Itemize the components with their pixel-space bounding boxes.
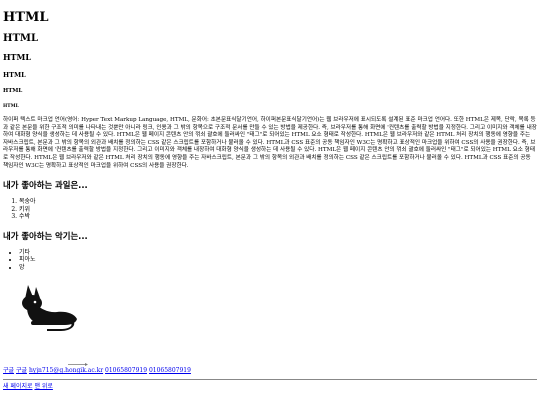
heading-h3: HTML <box>3 52 31 62</box>
instruments-list: 기타 피아노 앙 <box>3 249 537 272</box>
top-link[interactable]: 맨 위로 <box>34 383 52 390</box>
new-page-link[interactable]: 새 페이지로 <box>3 383 33 390</box>
phone-link-1[interactable]: 01065807919 <box>105 367 147 374</box>
heading-h1: HTML <box>3 10 49 25</box>
decorative-arrow <box>68 363 88 366</box>
instrument-item: 앙 <box>19 264 537 272</box>
contact-link-1[interactable]: 구글 <box>3 367 14 374</box>
heading-h5: HTML <box>3 88 23 94</box>
fruit-item: 수박 <box>19 213 537 221</box>
instrument-item: 기타 <box>19 249 537 257</box>
instrument-item: 피아노 <box>19 256 537 264</box>
fruits-title: 내가 좋아하는 과일은... <box>3 180 88 191</box>
instruments-title: 내가 좋아하는 악기는... <box>3 230 88 241</box>
phone-link-2[interactable]: 01065807919 <box>149 367 191 374</box>
cat-image <box>21 285 79 333</box>
cat-silhouette-icon <box>22 285 77 332</box>
footer-links: 새 페이지로 맨 위로 <box>3 383 53 391</box>
heading-h4: HTML <box>3 71 26 79</box>
fruits-list: 복숭아 키위 수박 <box>3 198 537 221</box>
fruit-item: 키위 <box>19 206 537 214</box>
fruit-item: 복숭아 <box>19 198 537 206</box>
page: HTML HTML HTML HTML HTML HTML 하이퍼 텍스트 마크… <box>0 0 540 333</box>
contact-line: 구글 구글 hyjn715@g.hongik.ac.kr 01065807919… <box>3 367 191 375</box>
intro-paragraph: 하이퍼 텍스트 마크업 언어(영어: Hyper Text Markup Lan… <box>3 117 537 169</box>
email-link[interactable]: hyjn715@g.hongik.ac.kr <box>29 367 103 374</box>
divider <box>3 379 537 380</box>
heading-h6: HTML <box>3 104 19 109</box>
contact-link-2[interactable]: 구글 <box>16 367 27 374</box>
heading-h2: HTML <box>3 33 38 44</box>
